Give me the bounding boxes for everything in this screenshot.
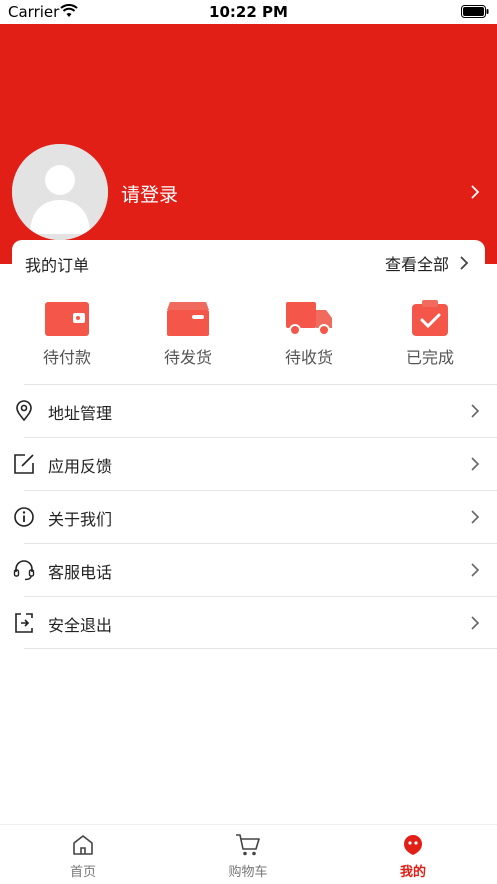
order-pending-receipt[interactable]: 待收货 bbox=[259, 300, 359, 380]
chevron-right-icon[interactable] bbox=[459, 255, 469, 271]
clock-time: 10:22 PM bbox=[209, 3, 288, 21]
tab-label: 购物车 bbox=[228, 865, 268, 880]
avatar[interactable] bbox=[12, 144, 108, 240]
menu-item-customer-service[interactable]: 客服电话 bbox=[0, 543, 497, 596]
tab-profile[interactable]: 我的 bbox=[363, 833, 463, 880]
order-item-label: 待收货 bbox=[284, 348, 333, 367]
login-prompt[interactable]: 请登录 bbox=[121, 180, 178, 207]
settings-menu: 地址管理 应用反馈 关于我们 客服电话 安全退出 bbox=[0, 384, 497, 649]
tab-label: 首页 bbox=[69, 865, 96, 880]
order-pending-payment[interactable]: 待付款 bbox=[17, 300, 117, 380]
menu-item-feedback[interactable]: 应用反馈 bbox=[0, 437, 497, 490]
truck-icon bbox=[286, 302, 332, 336]
divider bbox=[24, 384, 497, 385]
status-bar: Carrier 10:22 PM bbox=[0, 0, 497, 24]
menu-item-logout[interactable]: 安全退出 bbox=[0, 596, 497, 649]
divider bbox=[24, 543, 497, 544]
orders-title: 我的订单 bbox=[25, 256, 90, 275]
menu-item-label: 安全退出 bbox=[48, 616, 113, 635]
profile-face-icon bbox=[404, 835, 422, 855]
divider bbox=[24, 648, 497, 649]
tab-cart[interactable]: 购物车 bbox=[198, 833, 298, 880]
logout-icon bbox=[15, 613, 33, 633]
battery-icon bbox=[461, 5, 489, 18]
menu-item-label: 客服电话 bbox=[48, 563, 113, 582]
divider bbox=[24, 437, 497, 438]
menu-item-address[interactable]: 地址管理 bbox=[0, 384, 497, 437]
order-completed[interactable]: 已完成 bbox=[380, 300, 480, 380]
chevron-right-icon bbox=[471, 616, 480, 630]
view-all-orders-link[interactable]: 查看全部 bbox=[385, 251, 449, 275]
location-pin-icon bbox=[16, 400, 32, 422]
order-pending-shipment[interactable]: 待发货 bbox=[138, 300, 238, 380]
divider bbox=[24, 490, 497, 491]
chevron-right-icon bbox=[471, 563, 480, 577]
profile-header[interactable]: 请登录 bbox=[0, 24, 497, 264]
home-icon bbox=[73, 835, 93, 855]
info-circle-icon bbox=[14, 507, 34, 527]
menu-item-label: 应用反馈 bbox=[48, 457, 113, 476]
cart-icon bbox=[236, 834, 260, 856]
wallet-icon bbox=[45, 302, 89, 336]
chevron-right-icon bbox=[471, 404, 480, 418]
divider bbox=[24, 596, 497, 597]
orders-card: 我的订单 查看全部 待付款 待发货 待收货 已完成 bbox=[12, 240, 485, 384]
edit-square-icon bbox=[14, 454, 34, 474]
tab-label: 我的 bbox=[399, 865, 426, 880]
order-item-label: 待付款 bbox=[42, 348, 91, 367]
box-icon bbox=[167, 302, 209, 336]
tab-bar: 首页 购物车 我的 bbox=[0, 824, 497, 884]
chevron-right-icon bbox=[471, 510, 480, 524]
menu-item-label: 关于我们 bbox=[48, 510, 113, 529]
default-user-icon bbox=[12, 144, 108, 240]
menu-item-label: 地址管理 bbox=[48, 404, 113, 423]
chevron-right-icon bbox=[471, 185, 480, 199]
order-item-label: 待发货 bbox=[163, 348, 212, 367]
menu-item-about[interactable]: 关于我们 bbox=[0, 490, 497, 543]
headset-icon bbox=[13, 560, 35, 581]
chevron-right-icon bbox=[471, 457, 480, 471]
tab-home[interactable]: 首页 bbox=[33, 833, 133, 880]
order-item-label: 已完成 bbox=[405, 348, 454, 367]
clipboard-check-icon bbox=[412, 300, 448, 336]
